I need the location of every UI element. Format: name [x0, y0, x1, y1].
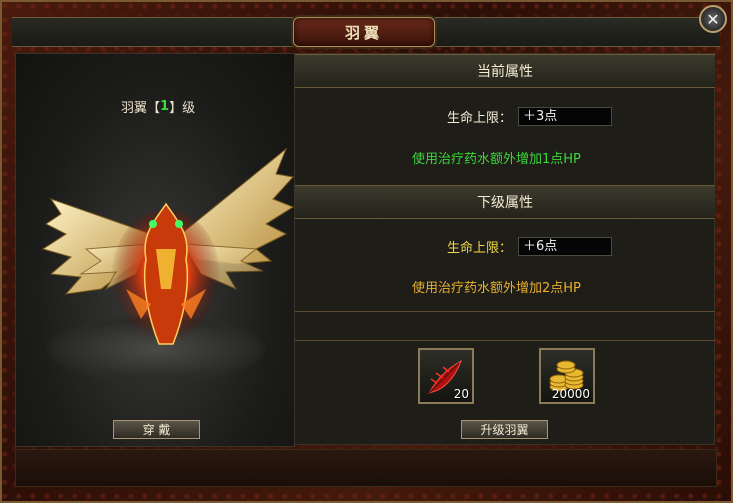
- next-potion-note: 使用治疗药水额外增加2点HP: [412, 281, 581, 296]
- wing-level-value: 1: [160, 99, 170, 114]
- next-attributes-header: 下级属性: [295, 185, 715, 219]
- next-hp-row: 生命上限： ＋6点: [434, 237, 612, 256]
- next-hp-label: 生命上限：: [446, 241, 512, 256]
- current-hp-label: 生命上限：: [446, 111, 512, 126]
- window-title: 羽翼: [344, 23, 383, 42]
- next-hp-value: ＋6点: [518, 237, 612, 256]
- equip-button[interactable]: 穿 戴: [113, 420, 200, 439]
- wing-level: 羽翼【 1 】级: [121, 97, 195, 116]
- close-button[interactable]: ✕: [699, 5, 727, 33]
- section-divider: [295, 340, 715, 341]
- current-hp-value: ＋3点: [518, 107, 612, 126]
- material-slot-gold[interactable]: 20000: [539, 348, 595, 404]
- current-attributes-header: 当前属性: [295, 54, 715, 88]
- material-count: 20000: [551, 387, 590, 401]
- winged-warrior-image: [41, 147, 294, 349]
- current-potion-note: 使用治疗药水额外增加1点HP: [412, 152, 581, 167]
- wing-preview-panel: 羽翼【 1 】级: [15, 53, 295, 447]
- title-plate: 羽翼: [293, 17, 435, 47]
- material-slot-feather[interactable]: 20: [418, 348, 474, 404]
- current-hp-row: 生命上限： ＋3点: [434, 107, 612, 126]
- bottom-strip: [15, 449, 717, 487]
- upgrade-wings-button[interactable]: 升级羽翼: [461, 420, 548, 439]
- material-count: 20: [453, 387, 469, 401]
- wing-level-prefix: 羽翼【: [121, 101, 161, 116]
- close-icon: ✕: [706, 9, 720, 29]
- section-divider: [295, 311, 715, 312]
- wing-level-suffix: 】级: [169, 101, 196, 116]
